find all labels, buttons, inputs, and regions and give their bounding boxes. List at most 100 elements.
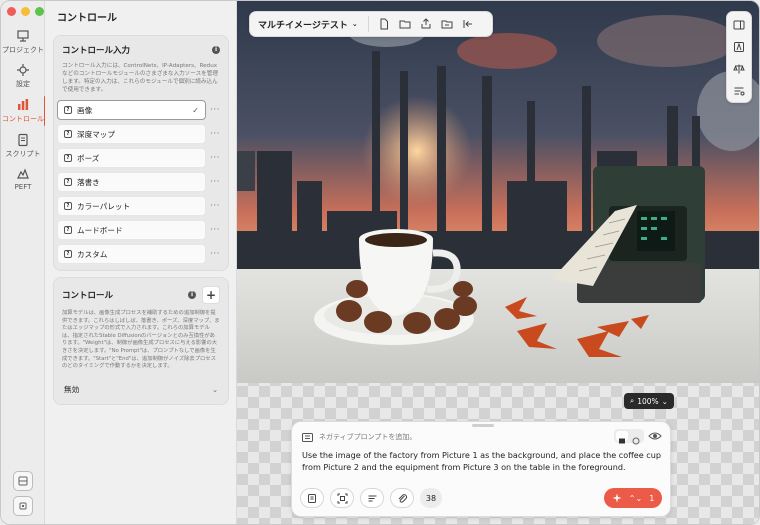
control-input-custom[interactable]: ? カスタム <box>57 244 206 264</box>
rail-item-control[interactable]: コントロール <box>1 96 46 126</box>
input-type-icon: ? <box>64 250 72 258</box>
sidebar-toggle-icon[interactable] <box>733 19 745 31</box>
export-folder-icon[interactable] <box>441 18 453 30</box>
prompt-mode-switch <box>614 429 644 445</box>
zoom-control[interactable]: ⌕ 100% ⌄ <box>624 393 674 409</box>
chevron-down-icon: ⌄ <box>351 20 358 28</box>
collapse-left-icon[interactable] <box>462 18 474 30</box>
layers-icon <box>18 476 28 486</box>
control-panel: コントロール コントロール入力 i コントロール入力には、ControlNets… <box>45 1 237 524</box>
generate-button[interactable]: ⌃⌄ 1 <box>604 488 662 508</box>
balance-icon[interactable] <box>733 63 745 75</box>
icon-rail: プロジェクト 設定 コントロール スクリプト PEFT <box>1 1 46 524</box>
more-options-button[interactable]: ··· <box>206 177 224 187</box>
info-icon[interactable]: i <box>212 46 220 54</box>
control-input-color-palette[interactable]: ? カラーパレット <box>57 196 206 216</box>
layers-button[interactable] <box>13 471 33 491</box>
control-input-moodboard[interactable]: ? ムードボード <box>57 220 206 240</box>
share-icon[interactable] <box>420 18 432 30</box>
list-settings-icon[interactable] <box>733 85 745 97</box>
zoom-window-button[interactable] <box>35 7 44 16</box>
input-type-icon: ? <box>64 130 72 138</box>
more-options-button[interactable]: ··· <box>206 129 224 139</box>
add-control-button[interactable]: + <box>202 286 220 304</box>
template-icon <box>307 493 316 503</box>
input-type-icon: ? <box>64 226 72 234</box>
control-input-label: ムードボード <box>77 225 123 235</box>
rail-item-project[interactable]: プロジェクト <box>1 29 45 55</box>
project-selector[interactable]: マルチイメージテスト ⌄ <box>258 16 369 32</box>
control-input-image[interactable]: ? 画像 ✓ <box>57 100 206 120</box>
rail-label: コントロール <box>2 115 44 123</box>
negative-prompt-toggle[interactable]: ネガティブプロンプトを追加。 <box>302 432 416 442</box>
project-name: マルチイメージテスト <box>258 20 348 31</box>
input-type-icon: ? <box>64 202 72 210</box>
text-style-icon[interactable] <box>733 41 745 53</box>
more-options-button[interactable]: ··· <box>206 249 224 259</box>
input-type-icon: ? <box>64 106 72 114</box>
chevron-down-icon: ⌄ <box>212 385 218 394</box>
generated-image <box>237 1 759 383</box>
control-input-label: ポーズ <box>77 153 100 163</box>
control-input-row: ? ムードボード ··· <box>57 220 224 240</box>
settings-icon <box>17 64 29 76</box>
canvas-toolbar: マルチイメージテスト ⌄ <box>249 11 493 37</box>
magnifier-icon: ⌕ <box>630 396 635 405</box>
template-button[interactable] <box>300 488 324 508</box>
rail-item-peft[interactable]: PEFT <box>1 167 45 191</box>
control-icon <box>18 99 29 110</box>
text-mode-button[interactable] <box>616 431 628 444</box>
more-options-button[interactable]: ··· <box>206 105 224 115</box>
control-input-pose[interactable]: ? ポーズ <box>57 148 206 168</box>
prompt-action-row: 38 <box>300 488 442 508</box>
open-folder-icon[interactable] <box>399 18 411 30</box>
text-format-button[interactable] <box>360 488 384 508</box>
control-input-label: 深度マップ <box>77 129 115 139</box>
attach-button[interactable] <box>390 488 414 508</box>
rail-item-settings[interactable]: 設定 <box>1 63 45 89</box>
control-input-row: ? カスタム ··· <box>57 244 224 264</box>
close-window-button[interactable] <box>7 7 16 16</box>
rail-item-script[interactable]: スクリプト <box>1 133 45 159</box>
control-select[interactable]: 無効 ⌄ <box>60 381 222 399</box>
info-icon[interactable]: i <box>188 291 196 299</box>
new-document-icon[interactable] <box>378 18 390 30</box>
checkmark-icon: ✓ <box>192 105 199 115</box>
peft-icon <box>17 168 29 179</box>
sparkle-icon <box>612 493 622 503</box>
control-input-scribble[interactable]: ? 落書き <box>57 172 206 192</box>
chip-button[interactable] <box>13 496 33 516</box>
panel-title: コントロール <box>57 13 117 24</box>
image-frame-button[interactable] <box>330 488 354 508</box>
control-select-value: 無効 <box>64 385 80 395</box>
negative-prompt-placeholder: ネガティブプロンプトを追加。 <box>319 433 417 441</box>
rail-label: PEFT <box>14 183 32 191</box>
steps-count[interactable]: 38 <box>420 488 442 508</box>
drag-handle[interactable] <box>472 424 494 427</box>
rail-label: プロジェクト <box>2 46 44 54</box>
eye-icon[interactable] <box>648 431 662 441</box>
control-input-row: ? ポーズ ··· <box>57 148 224 168</box>
control-input-depth[interactable]: ? 深度マップ <box>57 124 206 144</box>
more-options-button[interactable]: ··· <box>206 153 224 163</box>
more-options-button[interactable]: ··· <box>206 225 224 235</box>
control-input-label: カラーパレット <box>77 201 131 211</box>
chat-mode-button[interactable] <box>630 431 642 445</box>
control-inputs-title: コントロール入力 <box>62 46 131 56</box>
prompt-panel: ネガティブプロンプトを追加。 Use the image of the fact… <box>291 421 671 517</box>
chip-icon <box>19 502 27 510</box>
app-window: プロジェクト 設定 コントロール スクリプト PEFT コントロール コントロー… <box>0 0 760 525</box>
more-options-button[interactable]: ··· <box>206 201 224 211</box>
control-input-label: カスタム <box>77 249 108 259</box>
stepper-icon[interactable]: ⌃⌄ <box>629 494 642 503</box>
control-input-row: ? 落書き ··· <box>57 172 224 192</box>
control-description: 加算モデルは、画像生成プロセスを補助するための追加制御を提供できます。これらはし… <box>62 310 220 370</box>
input-type-icon: ? <box>64 178 72 186</box>
control-input-label: 落書き <box>77 177 100 187</box>
prompt-input[interactable]: Use the image of the factory from Pictur… <box>302 449 664 473</box>
script-icon <box>18 133 28 147</box>
control-card: コントロール i + 加算モデルは、画像生成プロセスを補助するための追加制御を提… <box>53 277 229 405</box>
crop-frame-icon <box>337 493 347 503</box>
control-title: コントロール <box>62 291 114 301</box>
minimize-window-button[interactable] <box>21 7 30 16</box>
